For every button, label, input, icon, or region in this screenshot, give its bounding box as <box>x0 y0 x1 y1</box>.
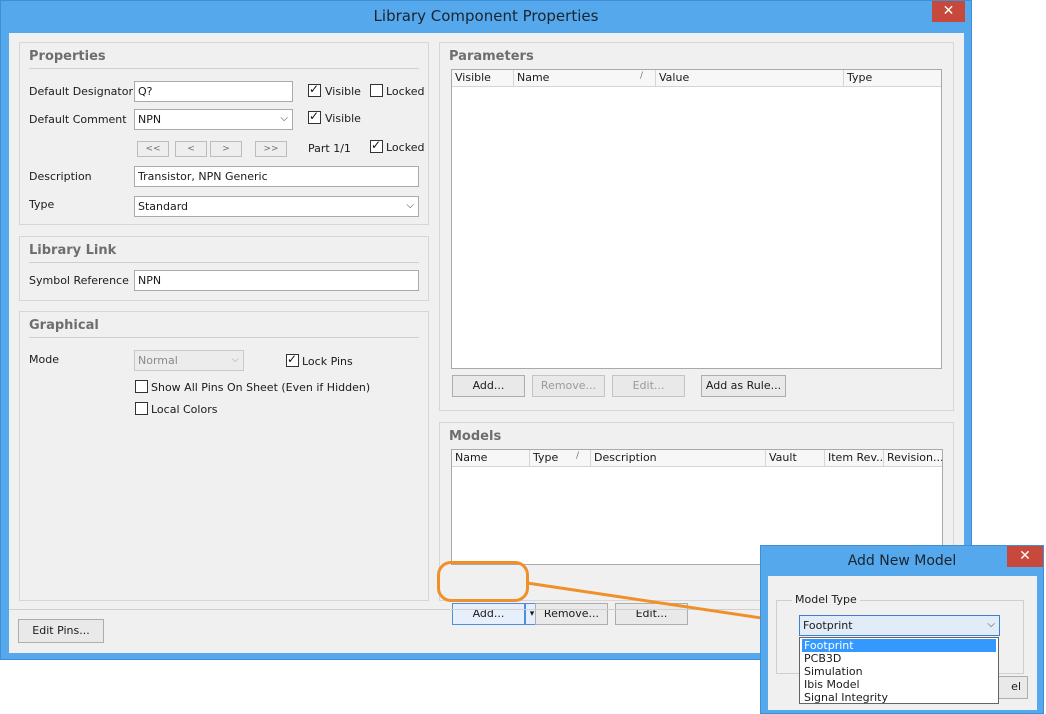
part-locked-checkbox[interactable] <box>370 138 383 153</box>
parameters-grid-header: Visible Name / Value Type <box>452 70 941 87</box>
graphical-group: Graphical Mode Normal ⌵ Lock Pins Show A… <box>19 311 429 601</box>
default-comment-label: Default Comment <box>29 113 127 126</box>
parameters-grid[interactable]: Visible Name / Value Type <box>451 69 942 369</box>
sort-indicator-icon: / <box>640 71 644 81</box>
symbol-reference-label: Symbol Reference <box>29 274 129 287</box>
dialog-close-button[interactable]: ✕ <box>1007 546 1043 567</box>
graphical-title: Graphical <box>29 318 99 333</box>
part-locked-label: Locked <box>386 141 425 154</box>
annotation-highlight-ring <box>437 561 529 602</box>
first-part-button[interactable]: << <box>137 141 169 157</box>
model-type-value: Footprint <box>803 619 853 632</box>
symbol-reference-input[interactable]: NPN <box>134 270 419 291</box>
edit-pins-button[interactable]: Edit Pins... <box>18 619 104 643</box>
lock-pins-checkbox[interactable] <box>286 352 299 367</box>
library-link-group: Library Link Symbol Reference NPN <box>19 236 429 301</box>
column-header-vault[interactable]: Vault <box>766 450 825 467</box>
default-designator-label: Default Designator <box>29 85 133 98</box>
model-type-option-footprint[interactable]: Footprint <box>802 639 996 652</box>
column-header-value[interactable]: Value <box>656 70 844 87</box>
description-label: Description <box>29 170 92 183</box>
type-label: Type <box>29 198 55 211</box>
chevron-down-icon: ⌵ <box>280 113 288 124</box>
model-type-dropdown-list[interactable]: Footprint PCB3D Simulation Ibis Model Si… <box>799 637 999 704</box>
previous-part-button[interactable]: < <box>175 141 207 157</box>
last-part-button[interactable]: >> <box>255 141 287 157</box>
library-link-divider <box>29 262 419 263</box>
parameters-edit-button[interactable]: Edit... <box>612 375 685 397</box>
chevron-down-icon: ⌵ <box>231 354 239 365</box>
graphical-divider <box>29 337 419 338</box>
window-close-button[interactable]: ✕ <box>932 1 965 22</box>
parameters-group: Parameters Visible Name / Value Type Add… <box>439 42 954 411</box>
parameters-add-button[interactable]: Add... <box>452 375 525 397</box>
annotation-arrow <box>526 581 787 628</box>
default-comment-combo[interactable]: NPN ⌵ <box>134 109 293 130</box>
models-add-button[interactable]: Add... <box>452 603 525 625</box>
default-comment-value: NPN <box>138 113 162 126</box>
window-title: Library Component Properties <box>373 7 599 25</box>
model-type-label: Model Type <box>792 593 860 606</box>
mode-label: Mode <box>29 353 59 366</box>
models-grid-header: Name Type / Description Vault Item Rev..… <box>452 450 942 467</box>
type-value: Standard <box>138 200 189 213</box>
show-hidden-pins-checkbox[interactable] <box>135 380 148 393</box>
model-type-combo[interactable]: Footprint ⌵ <box>799 615 1000 636</box>
model-type-option-pcb3d[interactable]: PCB3D <box>802 652 996 665</box>
column-header-type[interactable]: Type <box>844 70 941 87</box>
properties-group: Properties Default Designator Q? Visible… <box>19 42 429 225</box>
column-header-model-name[interactable]: Name <box>452 450 530 467</box>
annotation-arrow-line <box>526 581 776 622</box>
designator-locked-checkbox[interactable] <box>370 84 383 97</box>
comment-visible-checkbox[interactable] <box>308 109 321 124</box>
model-type-option-ibis-model[interactable]: Ibis Model <box>802 678 996 691</box>
parameters-title: Parameters <box>449 49 534 64</box>
show-hidden-pins-label: Show All Pins On Sheet (Even if Hidden) <box>151 381 371 394</box>
lock-pins-label: Lock Pins <box>302 355 353 368</box>
models-title: Models <box>449 429 502 444</box>
comment-visible-label: Visible <box>325 112 361 125</box>
sort-indicator-icon: / <box>576 451 580 461</box>
column-header-item-rev[interactable]: Item Rev... <box>825 450 884 467</box>
chevron-down-icon: ⌵ <box>406 200 414 211</box>
designator-visible-label: Visible <box>325 85 361 98</box>
dialog-cancel-button-text: el <box>1011 680 1021 693</box>
model-type-option-signal-integrity[interactable]: Signal Integrity <box>802 691 996 704</box>
type-combo[interactable]: Standard ⌵ <box>134 196 419 217</box>
column-header-model-type[interactable]: Type <box>530 450 591 467</box>
chevron-down-icon: ⌵ <box>987 619 995 630</box>
mode-combo[interactable]: Normal ⌵ <box>134 350 244 371</box>
designator-visible-checkbox[interactable] <box>308 82 321 97</box>
add-as-rule-button[interactable]: Add as Rule... <box>701 375 786 397</box>
default-designator-input[interactable]: Q? <box>134 81 293 102</box>
dialog-title: Add New Model <box>847 553 957 569</box>
column-header-revision[interactable]: Revision... <box>884 450 942 467</box>
description-input[interactable]: Transistor, NPN Generic <box>134 166 419 187</box>
local-colors-label: Local Colors <box>151 403 218 416</box>
properties-title: Properties <box>29 49 106 64</box>
model-type-option-simulation[interactable]: Simulation <box>802 665 996 678</box>
column-header-description[interactable]: Description <box>591 450 766 467</box>
local-colors-checkbox[interactable] <box>135 402 148 415</box>
next-part-button[interactable]: > <box>210 141 242 157</box>
designator-locked-label: Locked <box>386 85 425 98</box>
library-link-title: Library Link <box>29 243 117 258</box>
column-header-visible[interactable]: Visible <box>452 70 514 87</box>
column-header-name[interactable]: Name <box>514 70 656 87</box>
part-indicator: Part 1/1 <box>308 142 351 155</box>
mode-value: Normal <box>138 354 178 367</box>
parameters-remove-button[interactable]: Remove... <box>532 375 605 397</box>
properties-divider <box>29 68 419 69</box>
